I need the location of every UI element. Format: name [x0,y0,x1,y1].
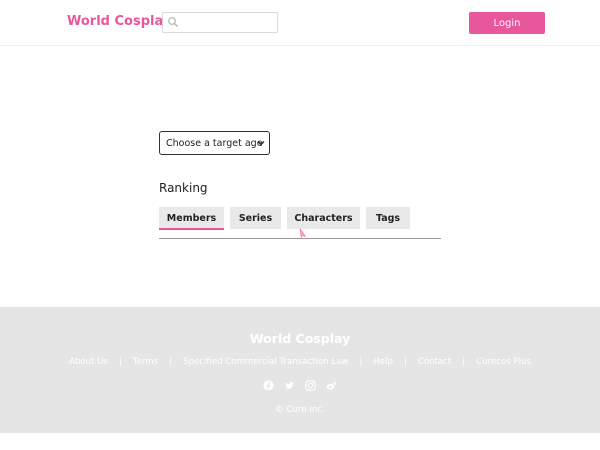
footer-link-curecos-plus[interactable]: Curecos Plus [476,357,531,367]
tab-label: Members [166,212,217,224]
twitter-icon[interactable] [284,380,295,391]
target-age-select[interactable]: Choose a target age [159,131,270,155]
site-logo[interactable]: World Cosplay [67,14,171,29]
footer-separator: | [169,357,173,367]
footer-link-about-us[interactable]: About Us [69,357,108,367]
site-footer: World Cosplay About Us | Terms | Specifi… [0,307,600,433]
footer-separator: | [118,357,122,367]
instagram-icon[interactable] [305,380,316,391]
tab-characters[interactable]: Characters [287,207,360,229]
tab-label: Series [238,212,273,224]
site-header: World Cosplay Login [0,0,600,46]
target-age-select-value: Choose a target age [166,137,263,149]
footer-link-contact[interactable]: Contact [418,357,451,367]
copyright: © Cure Inc. [275,405,325,415]
login-button[interactable]: Login [469,12,545,34]
footer-separator: | [359,357,363,367]
tabs-divider [159,238,441,239]
footer-links: About Us | Terms | Specified Commercial … [0,357,600,367]
tab-members[interactable]: Members [159,207,224,230]
mouse-cursor-icon [299,228,307,238]
footer-link-terms[interactable]: Terms [133,357,158,367]
social-links [0,380,600,391]
facebook-icon[interactable] [263,380,274,391]
footer-link-commercial-law[interactable]: Specified Commercial Transaction Law [183,357,348,367]
tab-label: Characters [294,212,353,224]
footer-link-help[interactable]: Help [373,357,393,367]
chevron-down-icon [257,141,265,146]
footer-separator: | [462,357,466,367]
search-icon [168,17,179,28]
tab-tags[interactable]: Tags [366,207,410,229]
footer-logo[interactable]: World Cosplay [0,331,600,346]
tab-label: Tags [375,212,401,224]
ranking-title: Ranking [159,181,208,195]
search-box[interactable] [162,12,278,33]
tab-series[interactable]: Series [230,207,281,229]
search-input[interactable] [181,14,275,31]
footer-separator: | [403,357,407,367]
weibo-icon[interactable] [326,380,337,391]
